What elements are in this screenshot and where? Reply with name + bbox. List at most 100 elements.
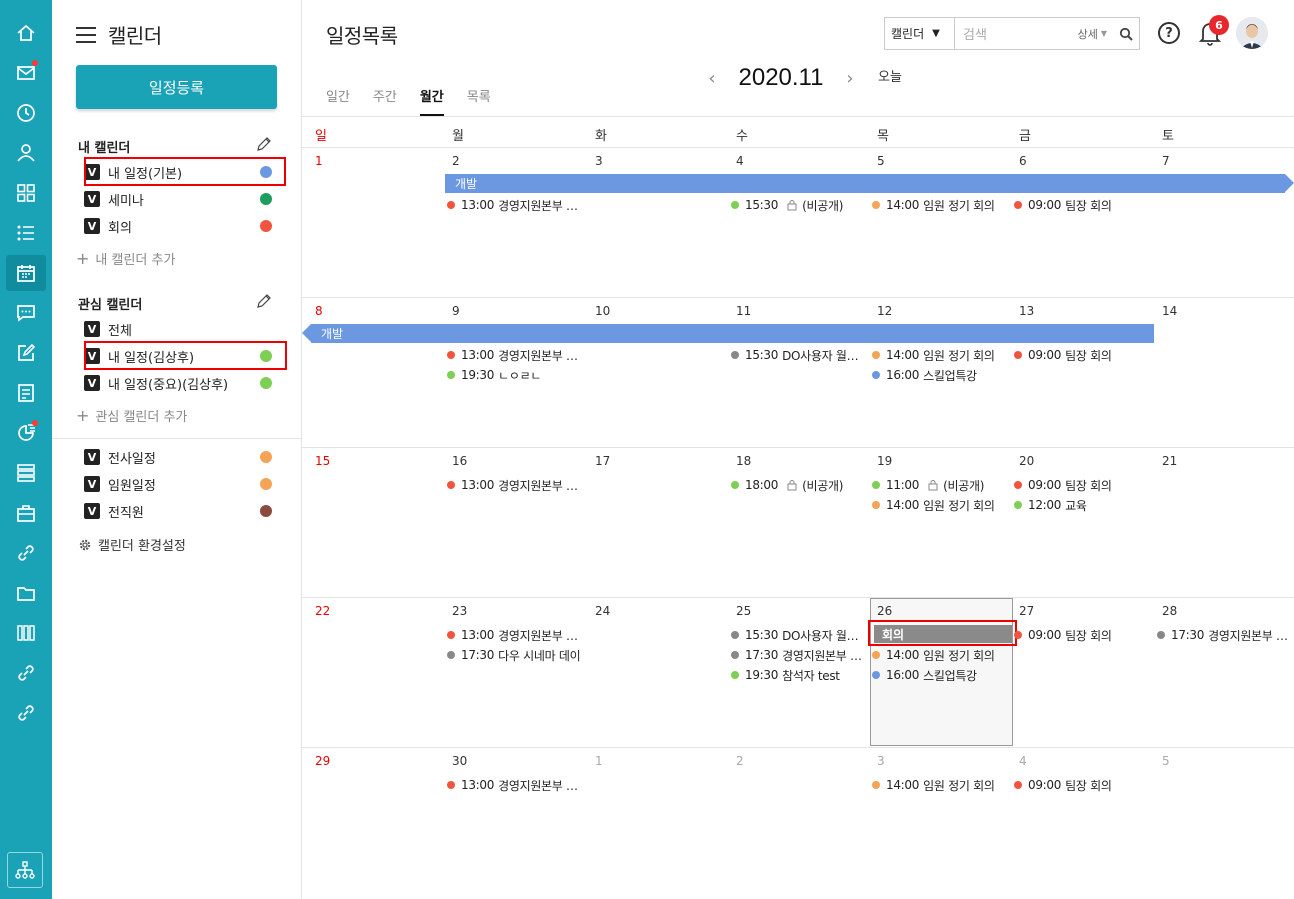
register-event-button[interactable]: 일정등록: [76, 65, 277, 109]
calendar-event[interactable]: 14:00 임원 정기 회의: [872, 195, 1008, 215]
rail-button-apps[interactable]: [6, 175, 46, 211]
day-number[interactable]: 13: [1019, 304, 1034, 318]
day-number[interactable]: 24: [595, 604, 610, 618]
rail-button-mail[interactable]: [6, 55, 46, 91]
search-detail-button[interactable]: 상세 ▼: [1078, 18, 1113, 49]
day-number[interactable]: 12: [877, 304, 892, 318]
rail-button-home[interactable]: [6, 15, 46, 51]
day-number[interactable]: 8: [315, 304, 323, 318]
day-number[interactable]: 9: [452, 304, 460, 318]
calendar-event[interactable]: 14:00 임원 정기 회의: [872, 495, 1008, 515]
day-number[interactable]: 19: [877, 454, 892, 468]
calendar-event[interactable]: 18:00 (비공개): [731, 475, 867, 495]
day-number[interactable]: 5: [877, 154, 885, 168]
day-number[interactable]: 14: [1162, 304, 1177, 318]
calendar-event[interactable]: 14:00 임원 정기 회의: [872, 345, 1008, 365]
event-bar-dev[interactable]: 개발: [445, 174, 1285, 193]
calendar-event[interactable]: 09:00 팀장 회의: [1014, 625, 1150, 645]
next-month-icon[interactable]: ›: [840, 68, 860, 89]
calendar-event[interactable]: 15:30 DO사용자 월…: [731, 625, 867, 645]
my-calendar-item[interactable]: V 회의: [84, 213, 284, 239]
shared-calendar-item[interactable]: V 임원일정: [84, 471, 284, 497]
calendar-event[interactable]: 09:00 팀장 회의: [1014, 345, 1150, 365]
checkbox-icon[interactable]: V: [84, 449, 100, 465]
calendar-event[interactable]: 13:00 경영지원본부 …: [447, 775, 583, 795]
calendar-event[interactable]: 15:30 DO사용자 월…: [731, 345, 867, 365]
calendar-event[interactable]: 09:00 팀장 회의: [1014, 195, 1150, 215]
edit-watched-calendars-icon[interactable]: [256, 293, 272, 309]
calendar-event[interactable]: 13:00 경영지원본부 …: [447, 625, 583, 645]
watched-calendar-item[interactable]: V 내 일정(중요)(김상후): [84, 370, 284, 396]
tab-0[interactable]: 일간: [326, 86, 350, 116]
rail-button-grid[interactable]: [6, 615, 46, 651]
calendar-event[interactable]: 16:00 스킬업특강: [872, 665, 1008, 685]
day-number[interactable]: 17: [595, 454, 610, 468]
rail-button-link3[interactable]: [6, 695, 46, 731]
calendar-event[interactable]: 13:00 경영지원본부 …: [447, 475, 583, 495]
calendar-event[interactable]: 14:00 임원 정기 회의: [872, 645, 1008, 665]
day-number[interactable]: 10: [595, 304, 610, 318]
calendar-event[interactable]: 19:30 참석자 test: [731, 665, 867, 685]
day-number[interactable]: 4: [1019, 754, 1027, 768]
rail-button-db[interactable]: [6, 455, 46, 491]
day-number[interactable]: 29: [315, 754, 330, 768]
org-chart-button[interactable]: [7, 852, 43, 888]
rail-button-edit[interactable]: [6, 335, 46, 371]
calendar-event[interactable]: 14:00 임원 정기 회의: [872, 775, 1008, 795]
help-icon[interactable]: ?: [1158, 22, 1180, 44]
rail-button-link2[interactable]: [6, 655, 46, 691]
day-number[interactable]: 18: [736, 454, 751, 468]
day-number[interactable]: 23: [452, 604, 467, 618]
tab-1[interactable]: 주간: [373, 86, 397, 116]
avatar[interactable]: [1236, 17, 1268, 49]
checkbox-icon[interactable]: V: [84, 375, 100, 391]
calendar-event[interactable]: 09:00 팀장 회의: [1014, 475, 1150, 495]
today-button[interactable]: 오늘: [878, 66, 902, 85]
day-number[interactable]: 2: [452, 154, 460, 168]
checkbox-icon[interactable]: V: [84, 218, 100, 234]
day-number[interactable]: 1: [315, 154, 323, 168]
shared-calendar-item[interactable]: V 전사일정: [84, 444, 284, 470]
day-number[interactable]: 16: [452, 454, 467, 468]
rail-button-list[interactable]: [6, 215, 46, 251]
day-number[interactable]: 3: [877, 754, 885, 768]
rail-button-board[interactable]: [6, 375, 46, 411]
day-number[interactable]: 11: [736, 304, 751, 318]
calendar-event[interactable]: 11:00 (비공개): [872, 475, 1008, 495]
day-number[interactable]: 4: [736, 154, 744, 168]
checkbox-icon[interactable]: V: [84, 476, 100, 492]
rail-button-calendar[interactable]: [6, 255, 46, 291]
day-number[interactable]: 6: [1019, 154, 1027, 168]
calendar-event[interactable]: 17:30 경영지원본부 …: [1157, 625, 1293, 645]
day-number[interactable]: 27: [1019, 604, 1034, 618]
watched-calendar-item[interactable]: V 전체: [84, 316, 284, 342]
day-number[interactable]: 1: [595, 754, 603, 768]
menu-icon[interactable]: [76, 26, 96, 43]
shared-calendar-item[interactable]: V 전직원: [84, 498, 284, 524]
day-number[interactable]: 26: [877, 604, 892, 618]
calendar-event[interactable]: 17:30 다우 시네마 데이: [447, 645, 583, 665]
calendar-event[interactable]: 12:00 교육: [1014, 495, 1150, 515]
day-number[interactable]: 30: [452, 754, 467, 768]
rail-button-chat[interactable]: [6, 295, 46, 331]
calendar-event[interactable]: 19:30 ㄴㅇㄹㄴ: [447, 365, 583, 385]
rail-button-chart[interactable]: [6, 415, 46, 451]
checkbox-icon[interactable]: V: [84, 191, 100, 207]
add-my-calendar-link[interactable]: + 내 캘린더 추가: [76, 249, 175, 268]
day-number[interactable]: 20: [1019, 454, 1034, 468]
prev-month-icon[interactable]: ‹: [702, 68, 722, 89]
edit-my-calendars-icon[interactable]: [256, 136, 272, 152]
search-input[interactable]: 검색: [955, 18, 1078, 49]
day-number[interactable]: 3: [595, 154, 603, 168]
calendar-event[interactable]: 16:00 스킬업특강: [872, 365, 1008, 385]
tab-2[interactable]: 월간: [419, 86, 444, 116]
calendar-event[interactable]: 09:00 팀장 회의: [1014, 775, 1150, 795]
calendar-event[interactable]: 15:30 (비공개): [731, 195, 867, 215]
day-number[interactable]: 2: [736, 754, 744, 768]
day-number[interactable]: 28: [1162, 604, 1177, 618]
my-calendar-item[interactable]: V 세미나: [84, 186, 284, 212]
day-number[interactable]: 5: [1162, 754, 1170, 768]
calendar-settings-link[interactable]: 캘린더 환경설정: [78, 535, 186, 554]
tab-3[interactable]: 목록: [467, 86, 491, 116]
rail-button-briefcase[interactable]: [6, 495, 46, 531]
